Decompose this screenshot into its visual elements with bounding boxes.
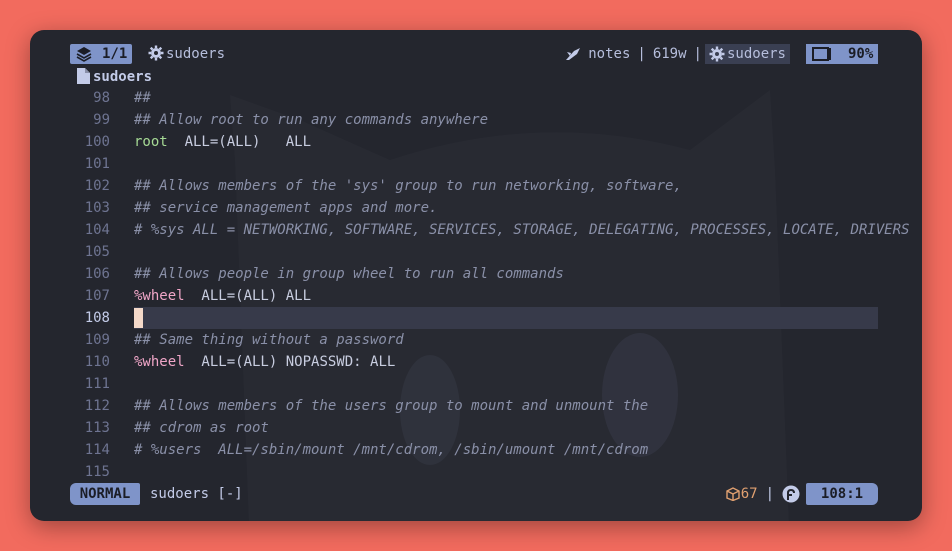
line-text: %wheel ALL=(ALL) NOPASSWD: ALL [134, 351, 395, 373]
code-line: 113 ## cdrom as root [30, 417, 922, 439]
tabline: 1/1 sudoers notes | 619w | sudoers 90% [70, 42, 878, 66]
window-icon [812, 47, 831, 61]
tabline-right-info: notes | 619w | sudoers [564, 42, 790, 66]
code-line: 115 [30, 461, 922, 483]
status-filename: sudoers [-] [150, 486, 243, 502]
fedora-icon [782, 485, 800, 503]
zoom-level: 90% [848, 46, 874, 62]
file-icon [77, 68, 90, 84]
line-text: root ALL=(ALL) ALL [134, 131, 311, 153]
line-number: 107 [84, 288, 110, 304]
rule-token: ALL=(ALL) ALL [184, 288, 312, 304]
terminal-window: 1/1 sudoers notes | 619w | sudoers 90% s… [30, 30, 922, 521]
line-number: 113 [84, 420, 110, 436]
line-number: 114 [84, 442, 110, 458]
cursor-position: 108:1 [806, 483, 878, 505]
code-line: 99 ## Allow root to run any commands any… [30, 109, 922, 131]
line-text: ## Allows members of the 'sys' group to … [134, 178, 682, 194]
line-number: 112 [84, 398, 110, 414]
line-number: 98 [93, 90, 110, 106]
line-text: ## Allows people in group wheel to run a… [134, 266, 564, 282]
tab-counter: 1/1 [102, 46, 128, 62]
code-line: 114 # %users ALL=/sbin/mount /mnt/cdrom,… [30, 439, 922, 461]
code-line: 102 ## Allows members of the 'sys' group… [30, 175, 922, 197]
group-token: %wheel [134, 288, 185, 304]
code-line: 107 %wheel ALL=(ALL) ALL [30, 285, 922, 307]
line-text: ## service management apps and more. [134, 200, 438, 216]
rule-token: ALL=(ALL) NOPASSWD: ALL [184, 354, 396, 370]
code-line: 105 [30, 241, 922, 263]
current-line: 108 [30, 307, 922, 329]
line-number: 104 [84, 222, 110, 238]
line-text: ## [134, 90, 151, 106]
notes-label: notes [588, 46, 631, 62]
statusline: NORMAL sudoers [-] 67 | 108:1 [70, 483, 878, 505]
tab-buffer-sudoers[interactable]: sudoers [148, 42, 225, 66]
text-cursor [134, 308, 143, 328]
rule-token: ALL=(ALL) ALL [167, 134, 312, 150]
package-icon [726, 487, 740, 501]
line-number: 101 [84, 156, 110, 172]
gear-icon [148, 45, 164, 61]
cursorline-highlight [134, 307, 878, 329]
right-buffer-label: sudoers [726, 46, 786, 62]
line-number: 106 [84, 266, 110, 282]
group-token: %wheel [134, 354, 185, 370]
code-line: 103 ## service management apps and more. [30, 197, 922, 219]
package-count: 67 [740, 486, 758, 502]
line-text: ## Allow root to run any commands anywhe… [134, 112, 489, 128]
line-text: ## Allows members of the users group to … [134, 398, 649, 414]
line-number: 103 [84, 200, 110, 216]
code-line: 106 ## Allows people in group wheel to r… [30, 263, 922, 285]
code-line: 112 ## Allows members of the users group… [30, 395, 922, 417]
line-number: 115 [84, 464, 110, 480]
line-number: 102 [84, 178, 110, 194]
code-line: 101 [30, 153, 922, 175]
gear-icon [709, 46, 725, 62]
winbar-filename: sudoers [93, 69, 153, 85]
code-line: 110 %wheel ALL=(ALL) NOPASSWD: ALL [30, 351, 922, 373]
pencil-feather-icon [566, 48, 581, 60]
mode-indicator: NORMAL [70, 483, 140, 505]
status-right: 67 | 108:1 [726, 483, 878, 505]
line-text: # %users ALL=/sbin/mount /mnt/cdrom, /sb… [134, 442, 649, 458]
code-line: 98 ## [30, 87, 922, 109]
line-number: 110 [84, 354, 110, 370]
line-text: ## cdrom as root [134, 420, 269, 436]
layers-icon [76, 47, 92, 62]
tab-buffer-label: sudoers [166, 46, 226, 62]
line-number: 99 [93, 112, 110, 128]
zoom-pill[interactable]: 90% [806, 44, 878, 64]
line-number: 109 [84, 332, 110, 348]
line-text: %wheel ALL=(ALL) ALL [134, 285, 311, 307]
line-text: # %sys ALL = NETWORKING, SOFTWARE, SERVI… [134, 222, 910, 238]
winbar: sudoers [76, 67, 152, 87]
tab-counter-pill[interactable]: 1/1 [70, 44, 132, 64]
line-number: 100 [84, 134, 110, 150]
line-number: 111 [84, 376, 110, 392]
word-count: 619w [652, 46, 687, 62]
right-buffer-tab[interactable]: sudoers [704, 44, 790, 64]
line-number: 108 [84, 310, 110, 326]
line-text: ## Same thing without a password [134, 332, 404, 348]
code-line: 100 root ALL=(ALL) ALL [30, 131, 922, 153]
line-number: 105 [84, 244, 110, 260]
user-token: root [134, 134, 168, 150]
code-line: 104 # %sys ALL = NETWORKING, SOFTWARE, S… [30, 219, 922, 241]
code-line: 109 ## Same thing without a password [30, 329, 922, 351]
code-line: 111 [30, 373, 922, 395]
